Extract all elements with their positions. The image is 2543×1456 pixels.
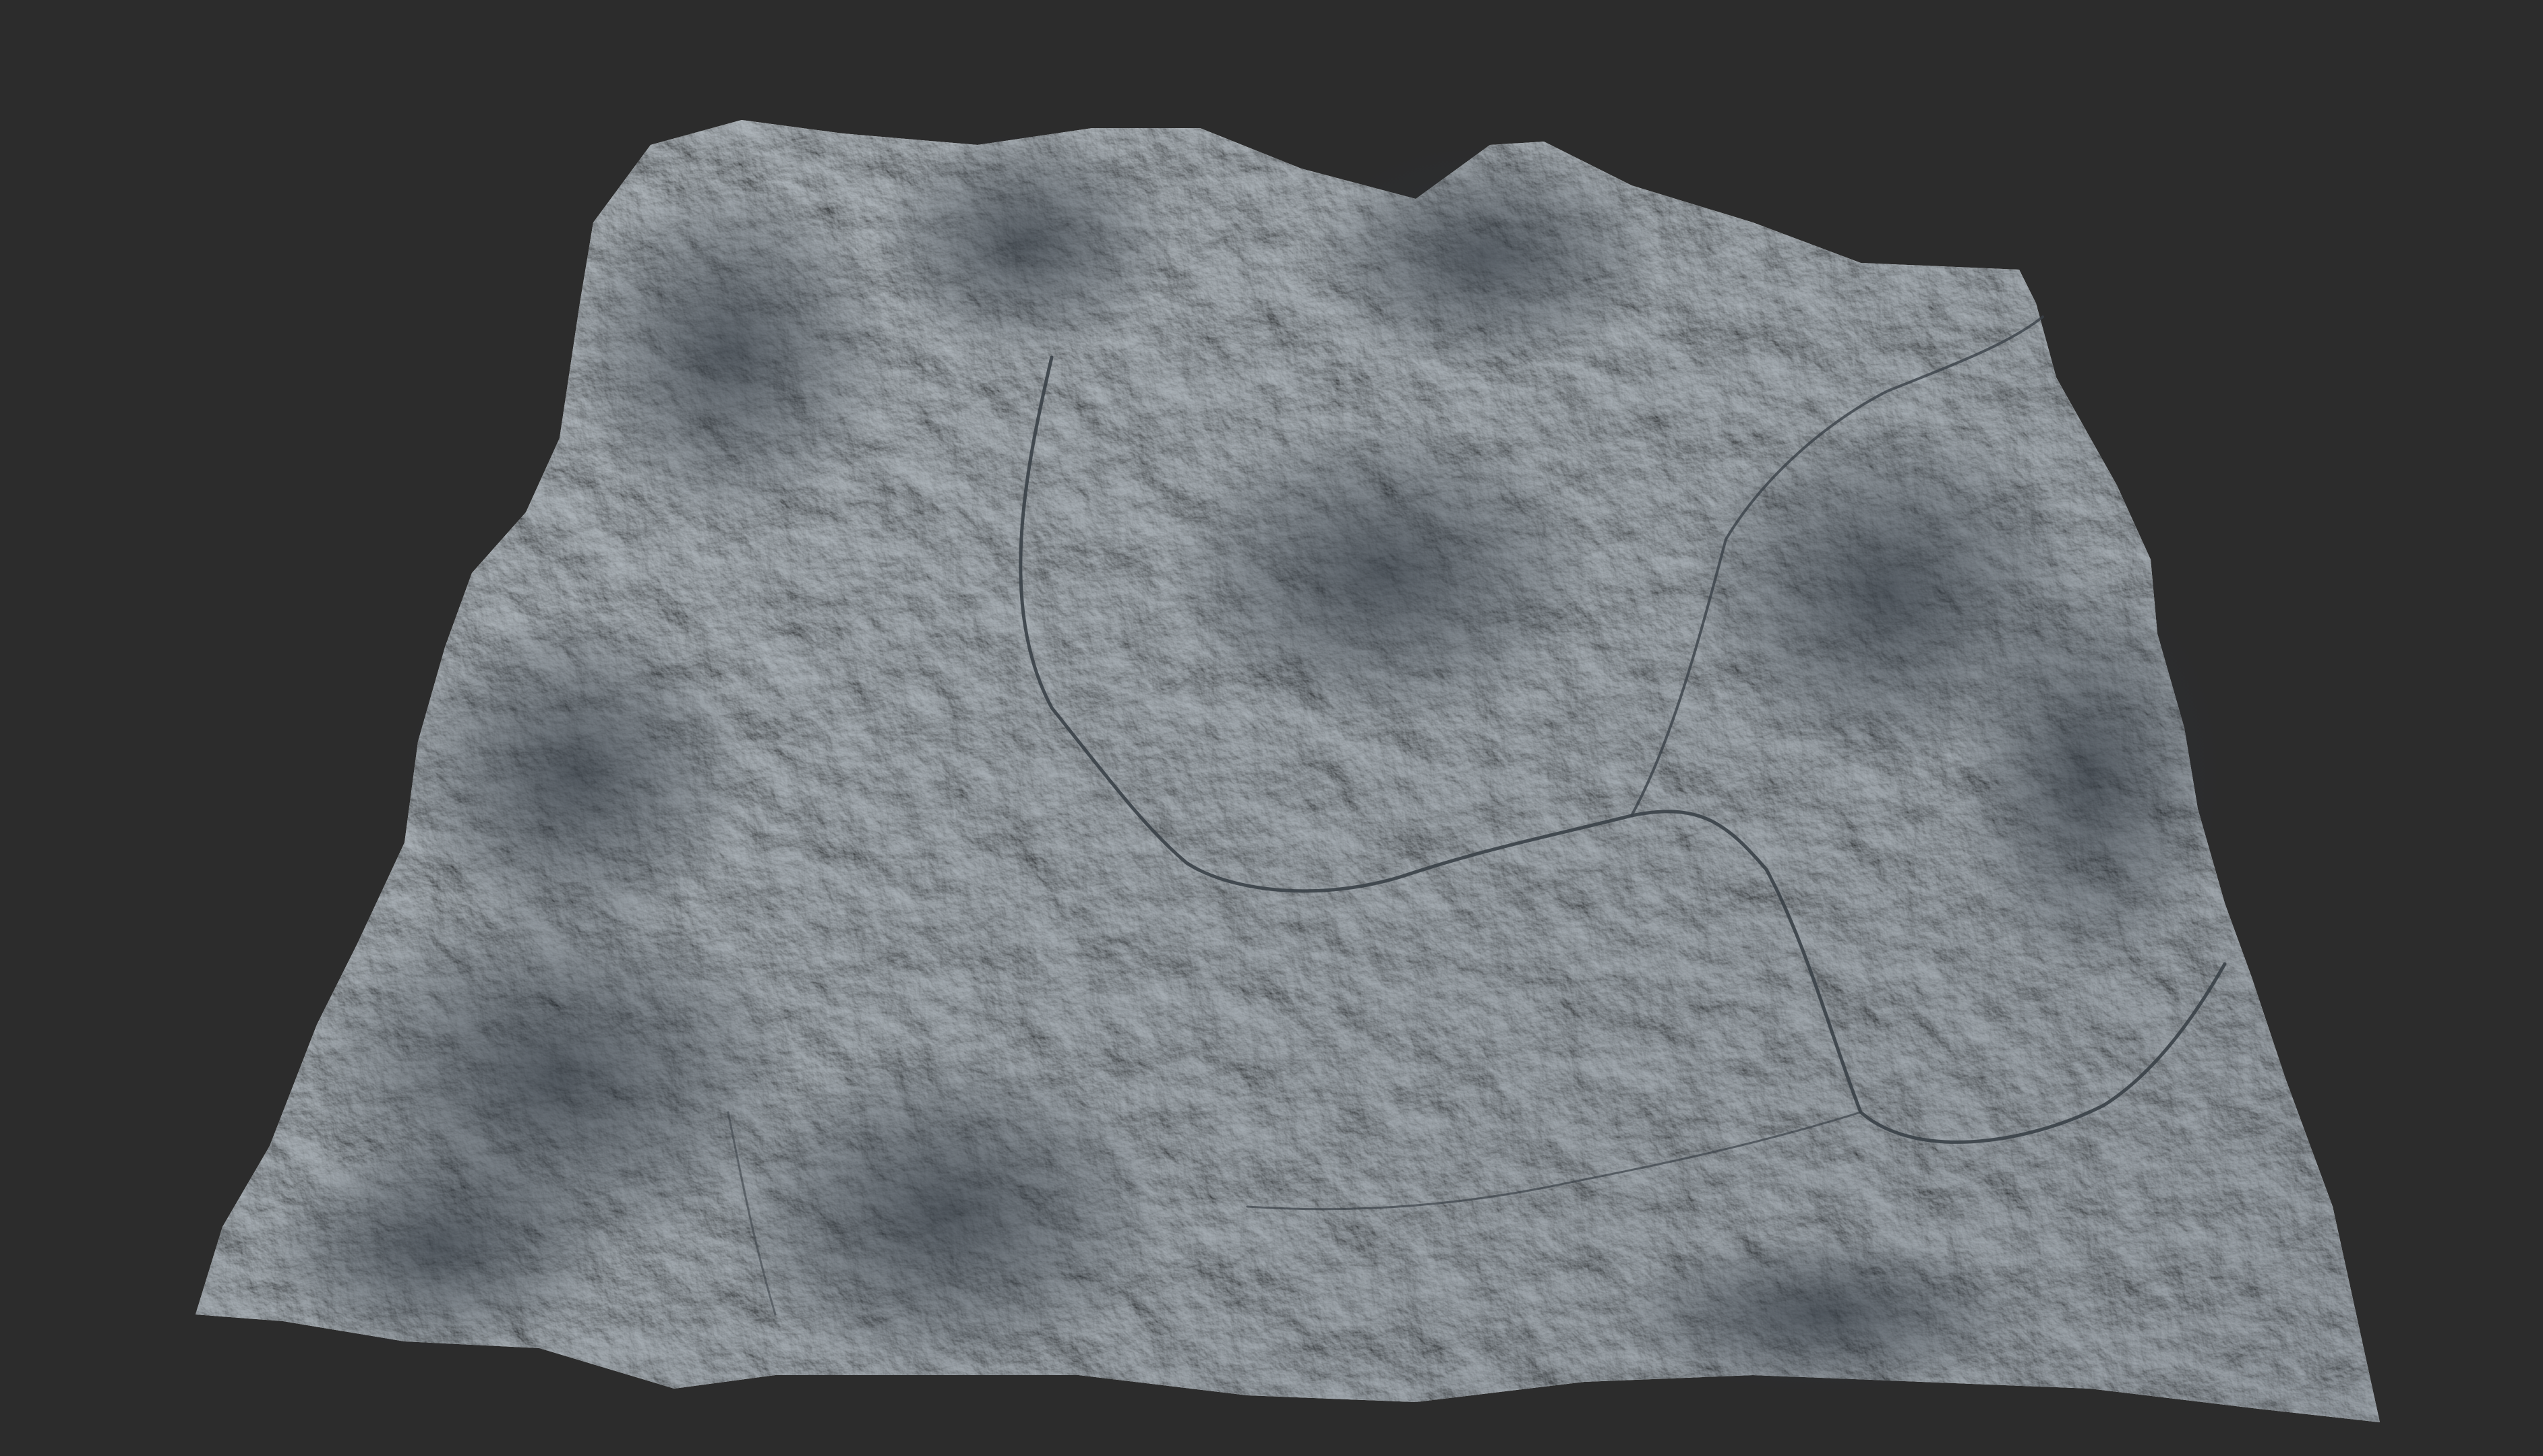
render-viewport	[0, 0, 2543, 1456]
terrain-render	[196, 120, 2380, 1422]
